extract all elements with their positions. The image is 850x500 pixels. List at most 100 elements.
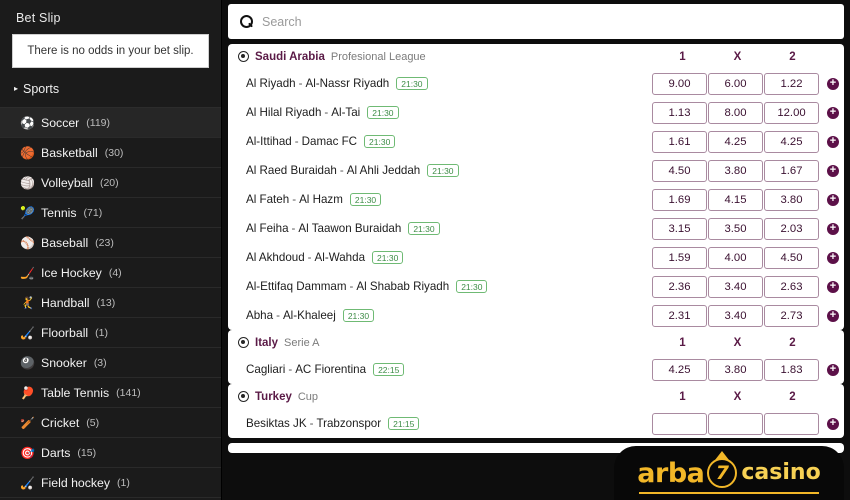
more-markets-plus-icon[interactable]: + xyxy=(827,251,839,264)
sidebar-item-basketball[interactable]: 🏀 Basketball (30) xyxy=(0,138,221,168)
league-name: Cup xyxy=(297,390,319,403)
search-input[interactable] xyxy=(262,14,832,29)
sidebar-item-table-tennis[interactable]: 🏓 Table Tennis (141) xyxy=(0,378,221,408)
odds-button[interactable]: 4.00 xyxy=(708,246,763,269)
odds-column-header: X xyxy=(733,50,742,63)
match-teams[interactable]: Al Raed Buraidah - Al Ahli Jeddah 21:30 xyxy=(246,164,459,178)
odds-button[interactable]: 1.59 xyxy=(652,246,707,269)
cricket-bat-icon: 🏏 xyxy=(20,415,35,430)
odds-button[interactable]: 3.15 xyxy=(652,217,707,240)
more-markets-plus-icon[interactable]: + xyxy=(827,417,839,430)
sidebar-item-cricket[interactable]: 🏏 Cricket (5) xyxy=(0,408,221,438)
sidebar-item-label: Soccer xyxy=(41,115,80,130)
odds-button[interactable]: 1.61 xyxy=(652,130,707,153)
sports-header-label: Sports xyxy=(23,82,60,96)
home-team: Al Akhdoud xyxy=(246,250,305,264)
match-teams[interactable]: Cagliari - AC Fiorentina 22:15 xyxy=(246,363,405,377)
odds-button[interactable]: 6.00 xyxy=(708,72,763,95)
odds-button[interactable]: 3.80 xyxy=(708,358,763,381)
sidebar-item-tennis[interactable]: 🎾 Tennis (71) xyxy=(0,198,221,228)
sports-section-header[interactable]: ▸ Sports xyxy=(0,68,221,108)
odds-button[interactable]: 1.67 xyxy=(764,159,819,182)
handball-icon: 🤾 xyxy=(20,295,35,310)
sidebar-item-field-hockey[interactable]: 🏑 Field hockey (1) xyxy=(0,468,221,498)
more-markets-plus-icon[interactable]: + xyxy=(827,193,839,206)
odds-column-header: 1 xyxy=(679,390,686,403)
odds-button[interactable]: 3.40 xyxy=(708,275,763,298)
match-teams[interactable]: Besiktas JK - Trabzonspor 21:15 xyxy=(246,417,420,431)
odds-button[interactable]: 4.15 xyxy=(708,188,763,211)
match-time-badge: 21:30 xyxy=(364,134,396,149)
odds-button[interactable] xyxy=(652,412,707,435)
match-teams[interactable]: Al Fateh - Al Hazm 21:30 xyxy=(246,192,382,207)
sidebar-item-ice-hockey[interactable]: 🏒 Ice Hockey (4) xyxy=(0,258,221,288)
odds-button[interactable]: 9.00 xyxy=(652,72,707,95)
odds-button[interactable]: 2.63 xyxy=(764,275,819,298)
odds-button[interactable]: 3.40 xyxy=(708,304,763,327)
away-team: Al Hazm xyxy=(299,192,343,206)
more-markets-plus-icon[interactable]: + xyxy=(827,106,839,119)
odds-button[interactable]: 3.50 xyxy=(708,217,763,240)
odds-group xyxy=(652,412,820,435)
odds-button[interactable]: 8.00 xyxy=(708,101,763,124)
odds-button[interactable]: 3.80 xyxy=(708,159,763,182)
odds-button[interactable]: 3.80 xyxy=(764,188,819,211)
sidebar-item-baseball[interactable]: ⚾ Baseball (23) xyxy=(0,228,221,258)
more-markets-plus-icon[interactable]: + xyxy=(827,135,839,148)
match-teams[interactable]: Al Riyadh - Al-Nassr Riyadh 21:30 xyxy=(246,77,428,91)
sidebar-item-handball[interactable]: 🤾 Handball (13) xyxy=(0,288,221,318)
odds-button[interactable]: 4.25 xyxy=(708,130,763,153)
odds-button[interactable]: 1.69 xyxy=(652,188,707,211)
sidebar-item-label: Field hockey xyxy=(41,475,111,490)
league-name: Serie A xyxy=(284,336,320,349)
match-time-badge: 21:30 xyxy=(349,192,382,207)
match-teams[interactable]: Abha - Al-Khaleej 21:30 xyxy=(246,308,375,323)
match-teams[interactable]: Al Akhdoud - Al-Wahda 21:30 xyxy=(246,250,404,265)
match-teams[interactable]: Al-Ettifaq Dammam - Al Shabab Riyadh 21:30 xyxy=(246,279,488,294)
match-teams[interactable]: Al Hilal Riyadh - Al-Tai 21:30 xyxy=(246,106,399,120)
field-hockey-stick-icon: 🏑 xyxy=(20,475,35,490)
odds-button[interactable]: 4.50 xyxy=(652,159,707,182)
search-bar[interactable] xyxy=(228,4,844,39)
odds-group: 4.50 3.80 1.67 xyxy=(652,159,820,182)
tennis-ball-icon: 🎾 xyxy=(20,205,35,220)
odds-button[interactable]: 2.36 xyxy=(652,275,707,298)
sidebar-item-darts[interactable]: 🎯 Darts (15) xyxy=(0,438,221,468)
league-header[interactable]: Saudi Arabia Profesional League 1 X 2 xyxy=(228,44,844,69)
team-separator: - xyxy=(349,279,354,293)
more-markets-plus-icon[interactable]: + xyxy=(827,280,839,293)
match-teams[interactable]: Al Feiha - Al Taawon Buraidah 21:30 xyxy=(246,222,440,236)
odds-button[interactable] xyxy=(764,412,819,435)
match-teams[interactable]: Al-Ittihad - Damac FC 21:30 xyxy=(246,134,396,149)
odds-button[interactable]: 1.83 xyxy=(764,358,819,381)
odds-button[interactable]: 2.03 xyxy=(764,217,819,240)
match-row: Abha - Al-Khaleej 21:30 2.31 3.40 2.73 + xyxy=(228,301,844,330)
away-team: Al-Khaleej xyxy=(282,308,336,322)
sidebar-item-count: (5) xyxy=(86,416,100,429)
team-separator: - xyxy=(298,76,303,90)
odds-column-header: X xyxy=(733,390,742,403)
more-markets-plus-icon[interactable]: + xyxy=(827,77,839,90)
sidebar-item-snooker[interactable]: 🎱 Snooker (3) xyxy=(0,348,221,378)
league-header[interactable]: Turkey Cup 1 X 2 xyxy=(228,384,844,409)
league-header[interactable]: Italy Serie A 1 X 2 xyxy=(228,330,844,355)
sidebar-item-floorball[interactable]: 🏑 Floorball (1) xyxy=(0,318,221,348)
odds-button[interactable] xyxy=(708,412,763,435)
more-markets-plus-icon[interactable]: + xyxy=(827,363,839,376)
more-markets-plus-icon[interactable]: + xyxy=(827,222,839,235)
odds-button[interactable]: 2.73 xyxy=(764,304,819,327)
odds-button[interactable]: 4.50 xyxy=(764,246,819,269)
odds-button[interactable]: 4.25 xyxy=(764,130,819,153)
odds-button[interactable]: 1.13 xyxy=(652,101,707,124)
sidebar-item-volleyball[interactable]: 🏐 Volleyball (20) xyxy=(0,168,221,198)
match-row: Al Feiha - Al Taawon Buraidah 21:30 3.15 3.50… xyxy=(228,214,844,243)
more-markets-plus-icon[interactable]: + xyxy=(827,309,839,322)
odds-button[interactable]: 12.00 xyxy=(764,101,819,124)
sidebar-item-soccer[interactable]: ⚽ Soccer (119) xyxy=(0,108,221,138)
odds-button[interactable]: 2.31 xyxy=(652,304,707,327)
odds-button[interactable]: 1.22 xyxy=(764,72,819,95)
team-separator: - xyxy=(276,308,280,322)
league-country: Saudi Arabia xyxy=(255,50,325,63)
odds-button[interactable]: 4.25 xyxy=(652,358,707,381)
more-markets-plus-icon[interactable]: + xyxy=(827,164,839,177)
